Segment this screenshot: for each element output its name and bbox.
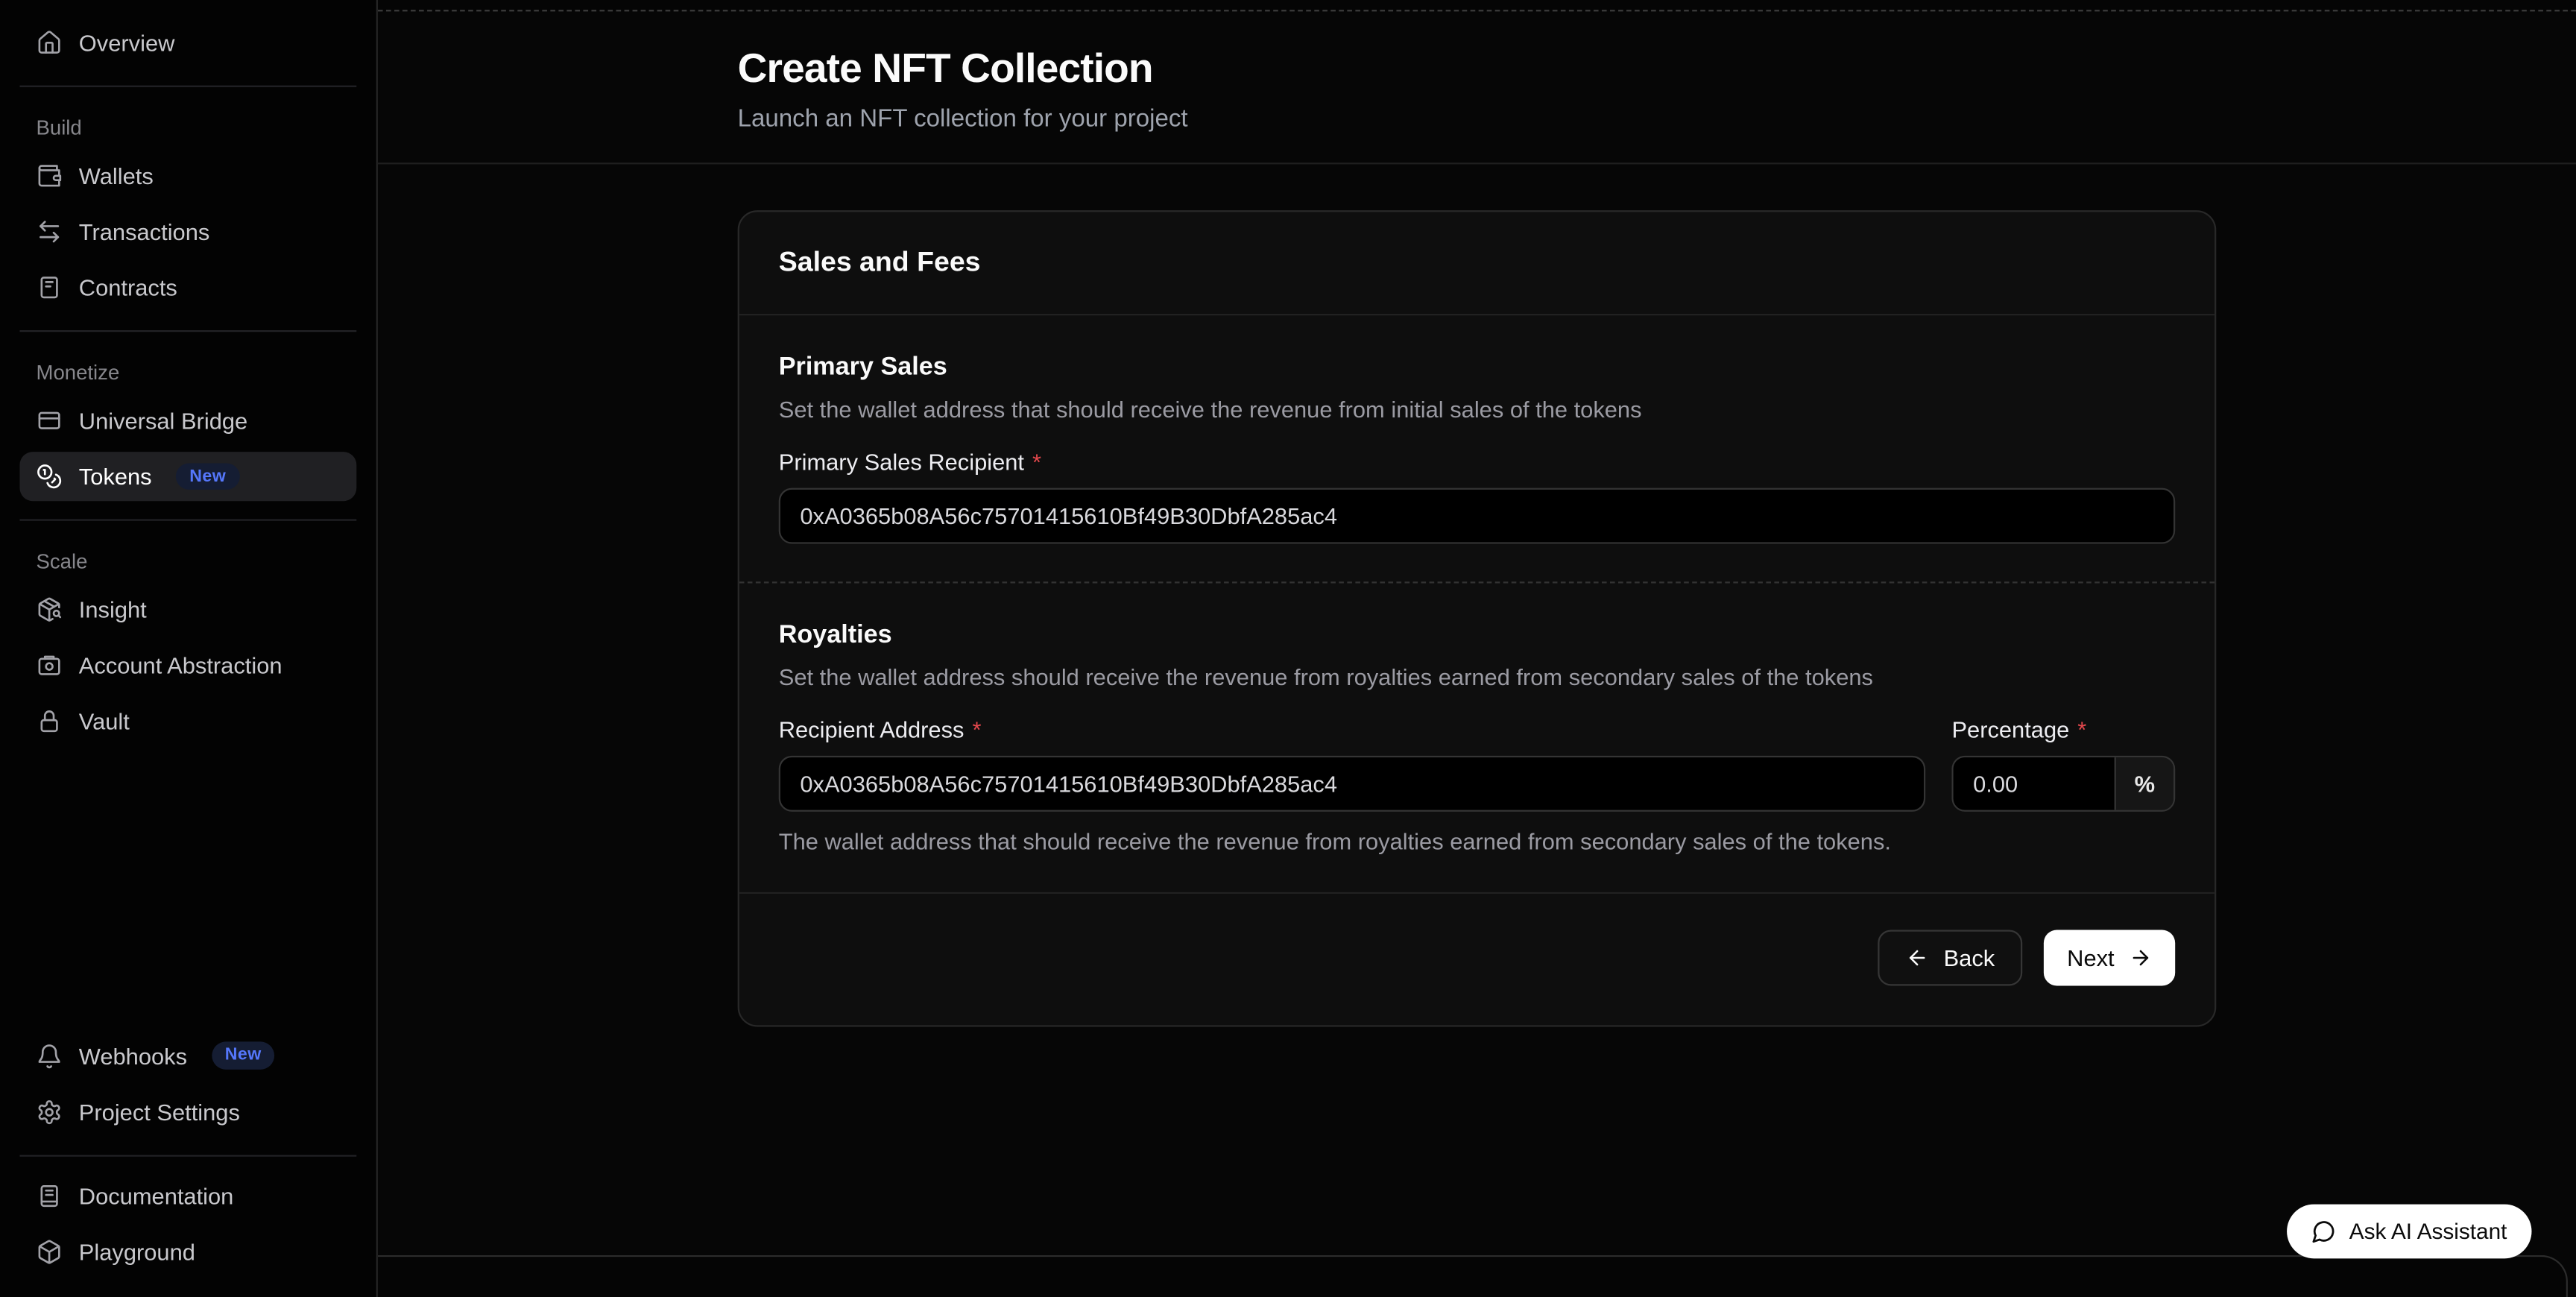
sidebar-item-label: Insight xyxy=(79,596,147,622)
chat-bubble-icon xyxy=(2311,1218,2336,1243)
sidebar-spacer xyxy=(19,752,356,1031)
royalties-section: Royalties Set the wallet address should … xyxy=(739,583,2214,894)
sidebar-divider xyxy=(19,1154,356,1155)
coins-icon xyxy=(36,464,62,490)
royalties-description: Set the wallet address should receive th… xyxy=(779,663,2175,689)
gear-icon xyxy=(36,1098,62,1124)
sidebar-item-label: Vault xyxy=(79,708,130,734)
percentage-input-group: % xyxy=(1951,756,2175,812)
sidebar-item-label: Webhooks xyxy=(79,1042,187,1068)
sidebar-item-webhooks[interactable]: Webhooks New xyxy=(19,1031,356,1080)
primary-sales-recipient-label: Primary Sales Recipient * xyxy=(779,449,2175,475)
sidebar-item-transactions[interactable]: Transactions xyxy=(19,207,356,256)
sidebar-item-vault[interactable]: Vault xyxy=(19,697,356,746)
royalties-fields-row: Recipient Address * The wallet address t… xyxy=(779,690,2175,854)
next-button[interactable]: Next xyxy=(2044,930,2175,986)
page-content: Sales and Fees Primary Sales Set the wal… xyxy=(378,164,2576,1297)
page-header: Create NFT Collection Launch an NFT coll… xyxy=(378,11,2576,164)
sidebar-divider xyxy=(19,519,356,520)
primary-sales-description: Set the wallet address that should recei… xyxy=(779,396,2175,422)
main-panel: Create NFT Collection Launch an NFT coll… xyxy=(378,10,2576,1297)
sidebar-item-tokens[interactable]: Tokens New xyxy=(19,452,356,501)
page-subtitle: Launch an NFT collection for your projec… xyxy=(738,105,2576,133)
bell-icon xyxy=(36,1042,62,1068)
sidebar-item-label: Account Abstraction xyxy=(79,652,282,678)
new-badge: New xyxy=(177,463,239,490)
sales-and-fees-card: Sales and Fees Primary Sales Set the wal… xyxy=(738,210,2217,1026)
book-icon xyxy=(36,1182,62,1208)
label-text: Primary Sales Recipient xyxy=(779,449,1024,475)
primary-sales-section: Primary Sales Set the wallet address tha… xyxy=(739,315,2214,583)
sidebar-section-heading-monetize: Monetize xyxy=(19,362,356,385)
royalties-heading: Royalties xyxy=(779,621,2175,651)
arrow-right-icon xyxy=(2129,947,2152,970)
package-search-icon xyxy=(36,596,62,622)
sidebar-item-label: Project Settings xyxy=(79,1098,240,1124)
app-root: Overview Build Wallets Transactions Cont… xyxy=(0,0,2576,1297)
wallet-icon xyxy=(36,162,62,189)
royalties-recipient-label: Recipient Address * xyxy=(779,716,1925,742)
file-text-icon xyxy=(36,274,62,300)
primary-sales-recipient-input[interactable] xyxy=(779,488,2175,544)
sidebar-item-label: Transactions xyxy=(79,218,209,244)
arrows-left-right-icon xyxy=(36,218,62,244)
label-text: Percentage xyxy=(1951,716,2069,742)
smart-wallet-icon xyxy=(36,652,62,678)
page-title: Create NFT Collection xyxy=(738,46,2576,94)
royalties-recipient-input[interactable] xyxy=(779,756,1925,812)
sidebar-item-label: Documentation xyxy=(79,1182,234,1208)
card-title: Sales and Fees xyxy=(779,247,2175,280)
lock-icon xyxy=(36,708,62,734)
sidebar-item-documentation[interactable]: Documentation xyxy=(19,1170,356,1219)
ask-ai-assistant-label: Ask AI Assistant xyxy=(2349,1218,2507,1243)
ask-ai-assistant-button[interactable]: Ask AI Assistant xyxy=(2287,1203,2532,1257)
house-icon xyxy=(36,30,62,56)
sidebar-item-overview[interactable]: Overview xyxy=(19,18,356,67)
required-asterisk: * xyxy=(972,716,981,742)
sidebar-divider xyxy=(19,330,356,332)
sidebar-item-label: Contracts xyxy=(79,274,177,300)
card-footer: Back Next xyxy=(739,894,2214,1025)
royalties-percentage-column: Percentage * % xyxy=(1951,690,2175,854)
required-asterisk: * xyxy=(1032,449,1041,475)
sidebar-item-universal-bridge[interactable]: Universal Bridge xyxy=(19,396,356,445)
sidebar-item-label: Wallets xyxy=(79,162,154,189)
card-header: Sales and Fees xyxy=(739,212,2214,315)
sidebar-item-wallets[interactable]: Wallets xyxy=(19,151,356,201)
sidebar-item-label: Playground xyxy=(79,1238,195,1264)
royalties-percentage-input[interactable] xyxy=(1954,757,2115,810)
arrow-left-icon xyxy=(1906,947,1929,970)
royalties-recipient-column: Recipient Address * The wallet address t… xyxy=(779,690,1925,854)
required-asterisk: * xyxy=(2077,716,2086,742)
back-button-label: Back xyxy=(1944,947,1995,970)
scale-wrapper: Overview Build Wallets Transactions Cont… xyxy=(0,0,2576,1297)
next-button-label: Next xyxy=(2067,947,2114,970)
royalties-helper-text: The wallet address that should receive t… xyxy=(779,828,1925,854)
primary-sales-heading: Primary Sales xyxy=(779,353,2175,383)
bottom-panel-edge xyxy=(378,1255,2568,1297)
label-text: Recipient Address xyxy=(779,716,965,742)
sidebar-item-playground[interactable]: Playground xyxy=(19,1226,356,1275)
back-button[interactable]: Back xyxy=(1878,930,2022,986)
royalties-percentage-label: Percentage * xyxy=(1951,716,2175,742)
sidebar-item-label: Universal Bridge xyxy=(79,408,247,434)
sidebar-item-label: Overview xyxy=(79,30,175,56)
sidebar-divider xyxy=(19,86,356,87)
sidebar-item-label: Tokens xyxy=(79,464,152,490)
sidebar-item-account-abstraction[interactable]: Account Abstraction xyxy=(19,641,356,690)
new-badge: New xyxy=(212,1042,274,1069)
sidebar-item-contracts[interactable]: Contracts xyxy=(19,263,356,312)
sidebar-section-heading-build: Build xyxy=(19,116,356,139)
sidebar: Overview Build Wallets Transactions Cont… xyxy=(0,0,378,1297)
cube-icon xyxy=(36,1238,62,1264)
sidebar-item-project-settings[interactable]: Project Settings xyxy=(19,1087,356,1136)
credit-card-icon xyxy=(36,408,62,434)
sidebar-section-heading-scale: Scale xyxy=(19,550,356,573)
sidebar-item-insight[interactable]: Insight xyxy=(19,585,356,634)
percent-suffix: % xyxy=(2115,757,2174,810)
